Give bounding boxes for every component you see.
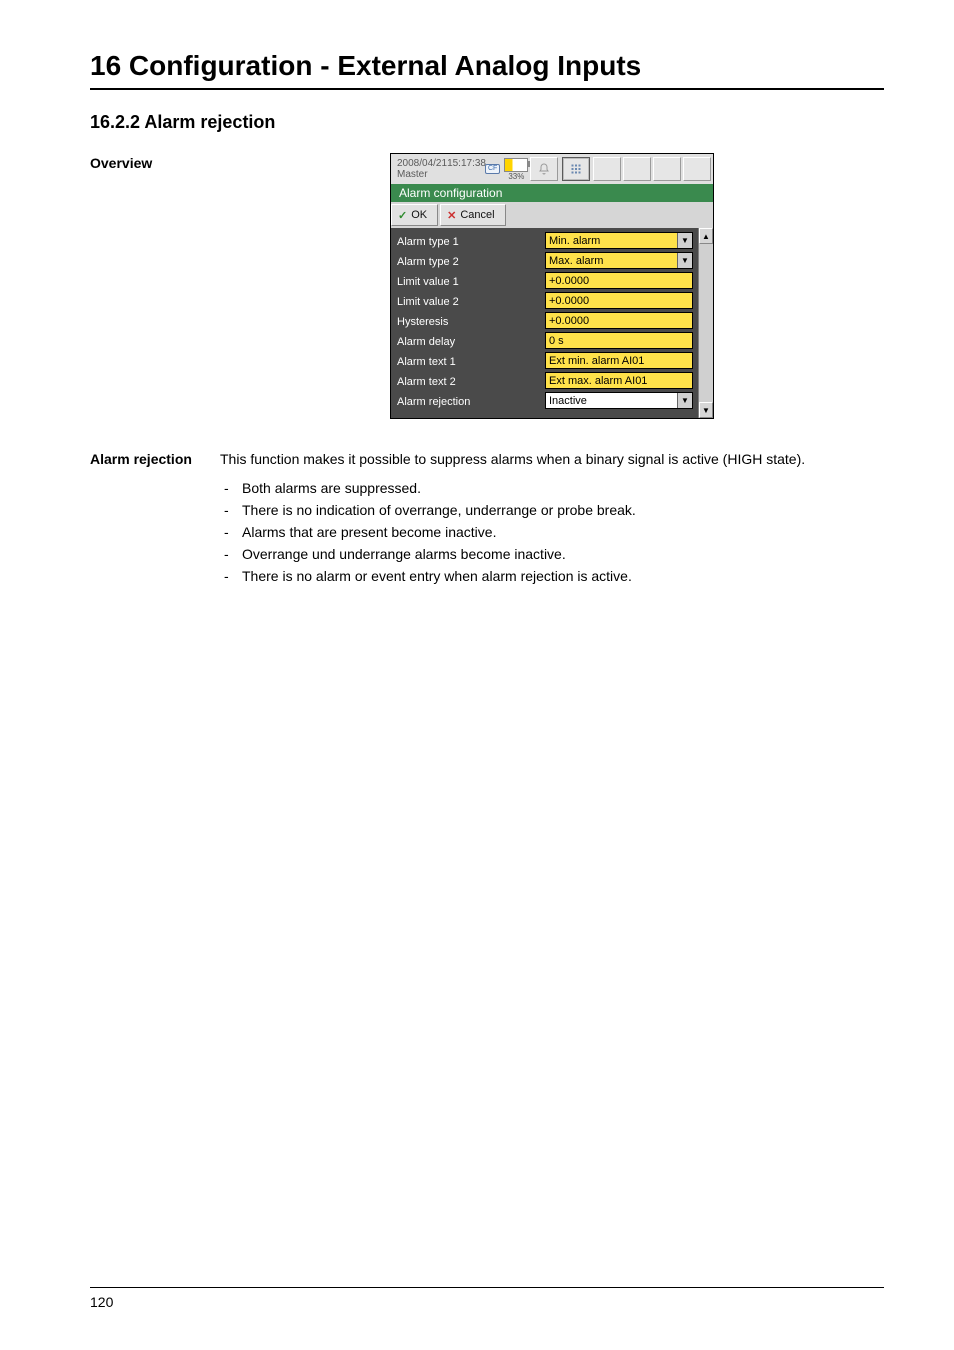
- scrollbar[interactable]: ▲ ▼: [698, 228, 713, 418]
- form-label: Hysteresis: [397, 312, 545, 332]
- list-item: There is no indication of overrange, und…: [220, 502, 884, 518]
- chevron-down-icon: ▼: [677, 393, 692, 408]
- scroll-down-icon[interactable]: ▼: [699, 402, 713, 418]
- date-time-block: 2008/04/21 15:17:38 Master: [391, 158, 485, 180]
- form-label: Alarm rejection: [397, 392, 545, 412]
- hysteresis-field[interactable]: +0.0000: [545, 312, 693, 329]
- battery-icon: [504, 158, 528, 172]
- battery-group: CF 33%: [485, 158, 528, 181]
- form-label: Alarm text 1: [397, 352, 545, 372]
- check-icon: ✓: [398, 209, 407, 222]
- alarm-delay-field[interactable]: 0 s: [545, 332, 693, 349]
- form-value-column: Min. alarm▼ Max. alarm▼ +0.0000 +0.0000 …: [545, 232, 696, 412]
- list-item: Alarms that are present become inactive.: [220, 524, 884, 540]
- page-footer: 120: [90, 1287, 884, 1310]
- form-label-column: Alarm type 1 Alarm type 2 Limit value 1 …: [397, 232, 545, 412]
- footer-rule: [90, 1287, 884, 1288]
- alarm-type-2-select[interactable]: Max. alarm ▼: [545, 252, 693, 269]
- blank-button: [653, 157, 681, 181]
- list-item: There is no alarm or event entry when al…: [220, 568, 884, 584]
- field-value: Max. alarm: [549, 255, 603, 267]
- field-value: Min. alarm: [549, 235, 600, 247]
- field-value: Inactive: [549, 395, 587, 407]
- paragraph-text: This function makes it possible to suppr…: [220, 449, 884, 470]
- limit-value-1-field[interactable]: +0.0000: [545, 272, 693, 289]
- date-text: 2008/04/21: [397, 158, 447, 169]
- chapter-rule: [90, 88, 884, 90]
- cancel-button[interactable]: ✕ Cancel: [440, 204, 505, 226]
- ok-button[interactable]: ✓ OK: [391, 204, 438, 226]
- ok-label: OK: [411, 209, 427, 221]
- blank-button: [683, 157, 711, 181]
- blank-toolbar: [593, 157, 713, 181]
- form-label: Limit value 2: [397, 292, 545, 312]
- chevron-down-icon: ▼: [677, 233, 692, 248]
- scroll-up-icon[interactable]: ▲: [699, 228, 713, 244]
- blank-button: [623, 157, 651, 181]
- paragraph-content: This function makes it possible to suppr…: [220, 449, 884, 590]
- form-label: Limit value 1: [397, 272, 545, 292]
- alarm-text-1-field[interactable]: Ext min. alarm AI01: [545, 352, 693, 369]
- chapter-title: 16 Configuration - External Analog Input…: [90, 50, 884, 82]
- form-label: Alarm text 2: [397, 372, 545, 392]
- paragraph-label: Alarm rejection: [90, 449, 220, 467]
- chevron-down-icon: ▼: [677, 253, 692, 268]
- alarm-rejection-select[interactable]: Inactive ▼: [545, 392, 693, 409]
- dialog-title: Alarm configuration: [391, 184, 713, 202]
- form-label: Alarm delay: [397, 332, 545, 352]
- cf-card-icon: CF: [485, 164, 500, 174]
- master-text: Master: [397, 169, 479, 180]
- cancel-label: Cancel: [460, 209, 494, 221]
- app-screenshot: 2008/04/21 15:17:38 Master CF 33%: [390, 153, 714, 419]
- screenshot-wrapper: 2008/04/21 15:17:38 Master CF 33%: [220, 153, 884, 419]
- bullet-list: Both alarms are suppressed. There is no …: [220, 480, 884, 584]
- alarm-text-2-field[interactable]: Ext max. alarm AI01: [545, 372, 693, 389]
- overview-label: Overview: [90, 153, 220, 171]
- system-header: 2008/04/21 15:17:38 Master CF 33%: [391, 154, 713, 184]
- overview-row: Overview 2008/04/21 15:17:38 Master CF: [90, 153, 884, 419]
- page: 16 Configuration - External Analog Input…: [0, 0, 954, 1350]
- alarm-bell-icon[interactable]: [530, 157, 558, 181]
- list-item: Overrange und underrange alarms become i…: [220, 546, 884, 562]
- section-title: 16.2.2 Alarm rejection: [90, 112, 884, 133]
- blank-button: [593, 157, 621, 181]
- limit-value-2-field[interactable]: +0.0000: [545, 292, 693, 309]
- x-icon: ✕: [447, 209, 456, 222]
- list-item: Both alarms are suppressed.: [220, 480, 884, 496]
- alarm-type-1-select[interactable]: Min. alarm ▼: [545, 232, 693, 249]
- dialog-toolbar: ✓ OK ✕ Cancel: [391, 202, 713, 228]
- form-area: Alarm type 1 Alarm type 2 Limit value 1 …: [391, 228, 698, 418]
- form-label: Alarm type 2: [397, 252, 545, 272]
- keypad-icon[interactable]: [562, 157, 590, 181]
- time-text: 15:17:38: [447, 158, 486, 169]
- alarm-rejection-section: Alarm rejection This function makes it p…: [90, 449, 884, 590]
- form-label: Alarm type 1: [397, 232, 545, 252]
- page-number: 120: [90, 1294, 884, 1310]
- battery-percent: 33%: [508, 172, 524, 181]
